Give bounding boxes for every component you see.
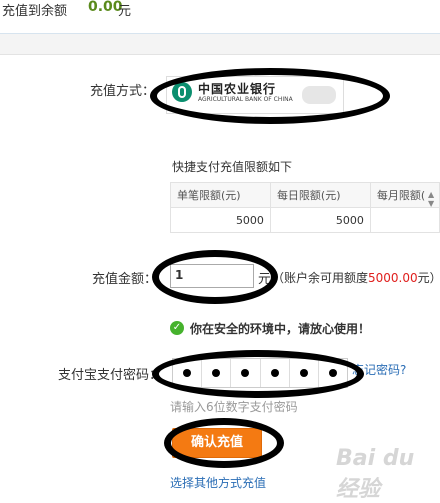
col-single-limit: 单笔限额(元) (170, 182, 271, 208)
recharge-to-balance-label: 充值到余额 (2, 4, 68, 19)
available-quota: （账户余可用额度5000.00元） (272, 271, 440, 285)
section-divider (0, 33, 440, 55)
cell-monthly-limit (369, 207, 440, 233)
limit-header-row: 单笔限额(元) 每日限额(元) 每月限额( (170, 182, 440, 208)
other-method-link[interactable]: 选择其他方式充值 (170, 474, 266, 491)
password-label: 支付宝支付密码： (58, 368, 163, 383)
col-daily-limit: 每日限额(元) (269, 182, 371, 208)
highlight-ellipse-amount (152, 250, 278, 304)
highlight-ellipse-password (152, 350, 364, 398)
table-scroll-arrow-icon[interactable]: ▲ ▼ (428, 190, 438, 208)
amount-label: 充值金额： (92, 272, 158, 287)
safety-text: 你在安全的环境中，请放心使用！ (190, 322, 371, 336)
table-row: 5000 5000 (170, 207, 440, 233)
balance-unit: 元 (118, 4, 132, 19)
password-hint: 请输入6位数字支付密码 (170, 400, 298, 414)
limit-title: 快捷支付充值限额如下 (172, 160, 293, 174)
available-value: 5000.00 (368, 271, 418, 285)
highlight-ellipse-confirm (164, 418, 284, 468)
baidu-watermark: Bai du 经验 (336, 446, 415, 502)
method-label: 充值方式： (90, 84, 156, 99)
check-icon: ✓ (170, 321, 184, 335)
cell-daily-limit: 5000 (269, 207, 371, 233)
limit-table: 单笔限额(元) 每日限额(元) 每月限额( 5000 5000 (170, 182, 440, 233)
cell-single-limit: 5000 (170, 207, 271, 233)
highlight-ellipse-bank (150, 68, 390, 124)
